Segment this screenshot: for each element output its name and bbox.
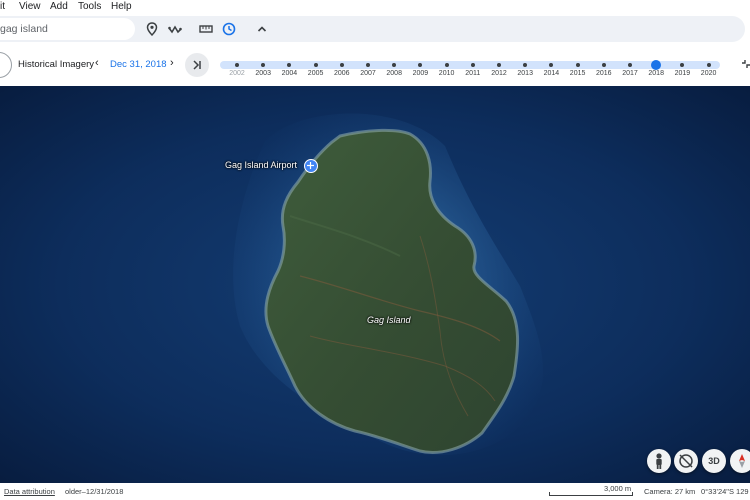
menu-edit[interactable]: it — [0, 1, 5, 12]
imagery-date: older–12/31/2018 — [65, 487, 124, 496]
three-d-button[interactable]: 3D — [702, 449, 726, 473]
timeline-year-label: 2004 — [281, 70, 298, 77]
scale-bar — [549, 492, 633, 496]
timeline-year-label: 2009 — [412, 70, 429, 77]
timeline-dot[interactable] — [444, 63, 449, 67]
data-attribution-link[interactable]: Data attribution — [4, 487, 55, 496]
ruler-icon[interactable] — [199, 22, 213, 36]
map-pin-icon[interactable] — [145, 22, 159, 36]
latest-imagery-button[interactable] — [185, 53, 209, 77]
rotate-toggle-button[interactable] — [674, 449, 698, 473]
timeline-year-label: 2011 — [465, 70, 481, 77]
timeline-dot[interactable] — [706, 63, 711, 67]
timeline-dot[interactable] — [575, 63, 580, 67]
timeline-dot[interactable] — [235, 63, 239, 67]
airport-pin-icon[interactable] — [304, 159, 318, 173]
status-bar: Data attribution older–12/31/2018 3,000 … — [0, 483, 750, 500]
timeline-year-label: 2017 — [622, 70, 638, 77]
camera-altitude: Camera: 27 km — [644, 487, 696, 496]
timeline-dot[interactable] — [313, 63, 318, 67]
skip-to-latest-icon — [193, 60, 201, 70]
timeline-dot[interactable] — [470, 63, 475, 67]
timeline-year-label: 2014 — [543, 70, 560, 77]
timeline-year-label: 2005 — [307, 70, 324, 77]
island-label[interactable]: Gag Island — [367, 315, 411, 325]
expand-icon[interactable] — [740, 58, 750, 70]
timeline-year-label: 2015 — [569, 70, 586, 77]
timeline-dot[interactable] — [366, 63, 370, 67]
menu-view[interactable]: View — [19, 1, 41, 12]
timeline-year-label: 2020 — [700, 70, 717, 77]
history-date: Dec 31, 2018 — [110, 59, 167, 70]
timeline-year-label: 2008 — [386, 70, 402, 77]
timeline-year-label: 2010 — [438, 70, 455, 77]
timeline-dot[interactable] — [339, 63, 344, 67]
path-icon[interactable] — [168, 22, 182, 36]
compass-button[interactable] — [730, 449, 750, 473]
menu-help[interactable]: Help — [111, 1, 132, 12]
history-toggle-button[interactable] — [0, 52, 12, 78]
timeline-year-label: 2019 — [674, 70, 691, 77]
toolbar: gag island — [0, 14, 750, 44]
map-view[interactable]: Gag Island Airport Gag Island — [0, 86, 750, 483]
historical-imagery-icon[interactable] — [222, 22, 236, 36]
previous-date-button[interactable]: ‹ — [95, 57, 99, 69]
search-value: gag island — [0, 23, 48, 35]
street-view-button[interactable] — [647, 449, 671, 473]
cursor-coordinates: 0°33'24"S 129 — [701, 487, 749, 496]
next-date-button[interactable]: › — [170, 57, 174, 69]
menu-bar: it View Add Tools Help — [0, 0, 750, 14]
pegman-icon — [656, 453, 662, 469]
timeline-year-label: 2016 — [596, 70, 612, 77]
menu-add[interactable]: Add — [50, 1, 68, 12]
timeline-year-label: 2012 — [491, 70, 507, 77]
history-label: Historical Imagery — [18, 59, 95, 70]
chevron-up-icon[interactable] — [255, 22, 269, 36]
timeline-year-label: 2003 — [255, 70, 271, 77]
timeline-year-label: 2013 — [517, 70, 533, 77]
airport-label[interactable]: Gag Island Airport — [225, 160, 297, 170]
timeline-year-label: 2007 — [360, 70, 376, 77]
timeline-dot[interactable] — [497, 63, 501, 67]
timeline-year-label: 2006 — [334, 70, 350, 77]
historical-imagery-bar: Historical Imagery ‹ Dec 31, 2018 › 2002… — [0, 44, 750, 86]
timeline-year-label: 2018 — [648, 70, 664, 77]
timeline-dot[interactable] — [601, 63, 606, 67]
search-input[interactable]: gag island — [0, 18, 135, 40]
timeline-year-label: 2002 — [229, 70, 245, 77]
timeline-dot[interactable] — [628, 63, 632, 67]
satellite-imagery — [0, 86, 750, 483]
menu-tools[interactable]: Tools — [78, 1, 101, 12]
compass-icon — [739, 454, 745, 468]
rotation-off-icon — [679, 454, 693, 468]
